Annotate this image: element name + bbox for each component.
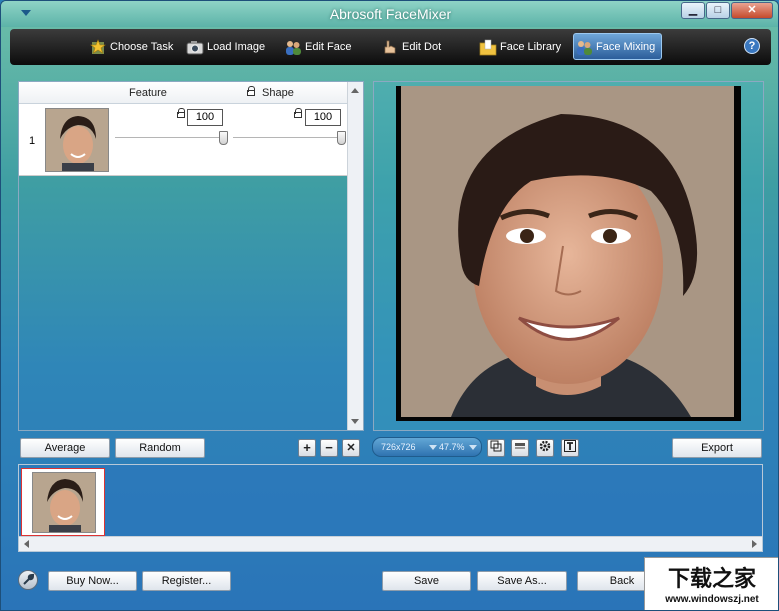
title-bar: Abrosoft FaceMixer ▁ □ ✕	[1, 1, 778, 27]
close-button[interactable]: ✕	[731, 2, 773, 19]
help-button[interactable]: ?	[744, 38, 760, 54]
add-face-button[interactable]: +	[298, 439, 316, 457]
mixed-face-image	[396, 86, 741, 421]
window-title: Abrosoft FaceMixer	[329, 6, 452, 22]
mixing-list-panel: Feature Shape 1 100 100	[18, 81, 364, 431]
scroll-left-icon[interactable]	[24, 540, 29, 548]
zoom-control[interactable]: 726x726 47.7%	[372, 437, 482, 457]
camera-icon	[186, 39, 204, 56]
mixing-list-scrollbar[interactable]	[347, 82, 363, 430]
watermark-title: 下载之家	[667, 567, 756, 592]
tab-face-library[interactable]: Face Library	[478, 34, 561, 61]
tab-face-mixing[interactable]: Face Mixing	[573, 33, 663, 60]
register-button[interactable]: Register...	[142, 571, 231, 591]
tab-edit-dot[interactable]: Edit Dot	[380, 34, 441, 61]
header-shape: Shape	[262, 87, 294, 99]
shape-slider-track[interactable]	[233, 137, 346, 139]
scroll-right-icon[interactable]	[752, 540, 757, 548]
main-toolbar: Choose Task Load Image Edit Face Edit Do…	[10, 29, 771, 65]
remove-face-button[interactable]: −	[320, 439, 338, 457]
row-face-thumbnail[interactable]	[45, 108, 109, 172]
settings-icon[interactable]	[536, 439, 554, 457]
preview-panel	[373, 81, 764, 431]
save-button[interactable]: Save	[382, 571, 471, 591]
face-photo-background	[401, 86, 734, 417]
tab-label: Face Library	[500, 41, 562, 53]
watermark-url: www.windowszj.net	[665, 594, 759, 605]
tab-load-image[interactable]: Load Image	[185, 34, 265, 61]
random-button[interactable]: Random	[115, 438, 205, 458]
face-thumbnail-strip	[18, 464, 763, 552]
save-as-button[interactable]: Save As...	[477, 571, 567, 591]
wrench-icon[interactable]	[18, 570, 38, 590]
average-button[interactable]: Average	[20, 438, 110, 458]
clear-faces-button[interactable]: ✕	[342, 439, 360, 457]
thumbnail-scrollbar[interactable]	[19, 536, 762, 551]
lock-icon[interactable]	[247, 86, 255, 96]
feature-slider-thumb[interactable]	[219, 131, 228, 145]
tab-edit-face[interactable]: Edit Face	[283, 34, 351, 61]
text-icon[interactable]	[561, 439, 579, 457]
feature-value-input[interactable]: 100	[187, 109, 223, 126]
tab-label: Face Mixing	[596, 41, 656, 53]
scroll-up-icon[interactable]	[351, 88, 359, 93]
folder-icon	[479, 39, 497, 56]
people-icon	[284, 39, 302, 56]
fit-icon[interactable]	[487, 439, 505, 457]
tab-label: Choose Task	[110, 41, 174, 53]
maximize-button[interactable]: □	[706, 2, 730, 19]
shape-value-input[interactable]: 100	[305, 109, 341, 126]
selected-face-thumbnail[interactable]	[21, 468, 105, 536]
zoom-percent-label: 47.7%	[439, 442, 465, 452]
feature-slider-track[interactable]	[115, 137, 228, 139]
zoom-dropdown-icon[interactable]	[469, 445, 477, 450]
scroll-down-icon[interactable]	[351, 419, 359, 424]
face-thumbnail-image	[32, 472, 96, 533]
mixing-list-header: Feature Shape	[19, 82, 348, 104]
buy-now-button[interactable]: Buy Now...	[48, 571, 137, 591]
shape-lock-icon[interactable]	[294, 108, 302, 118]
people-icon	[575, 39, 593, 56]
star-icon	[89, 39, 107, 56]
row-index: 1	[29, 135, 36, 147]
face-photo	[401, 86, 734, 417]
minimize-button[interactable]: ▁	[681, 2, 705, 19]
export-button[interactable]: Export	[672, 438, 762, 458]
tab-choose-task[interactable]: Choose Task	[88, 34, 173, 61]
size-dropdown-icon[interactable]	[429, 445, 437, 450]
app-window: Abrosoft FaceMixer ▁ □ ✕ Choose Task Loa…	[0, 0, 779, 611]
shape-slider-thumb[interactable]	[337, 131, 346, 145]
header-feature: Feature	[129, 87, 167, 99]
tab-label: Edit Dot	[402, 41, 442, 53]
tab-label: Load Image	[207, 41, 266, 53]
image-size-label: 726x726	[381, 442, 416, 452]
tab-label: Edit Face	[305, 41, 352, 53]
feature-lock-icon[interactable]	[177, 108, 185, 118]
site-watermark-logo: 下载之家 www.windowszj.net	[644, 557, 778, 610]
flip-icon[interactable]	[511, 439, 529, 457]
mixing-row: 1 100 100	[19, 104, 348, 176]
hand-icon	[381, 39, 399, 56]
